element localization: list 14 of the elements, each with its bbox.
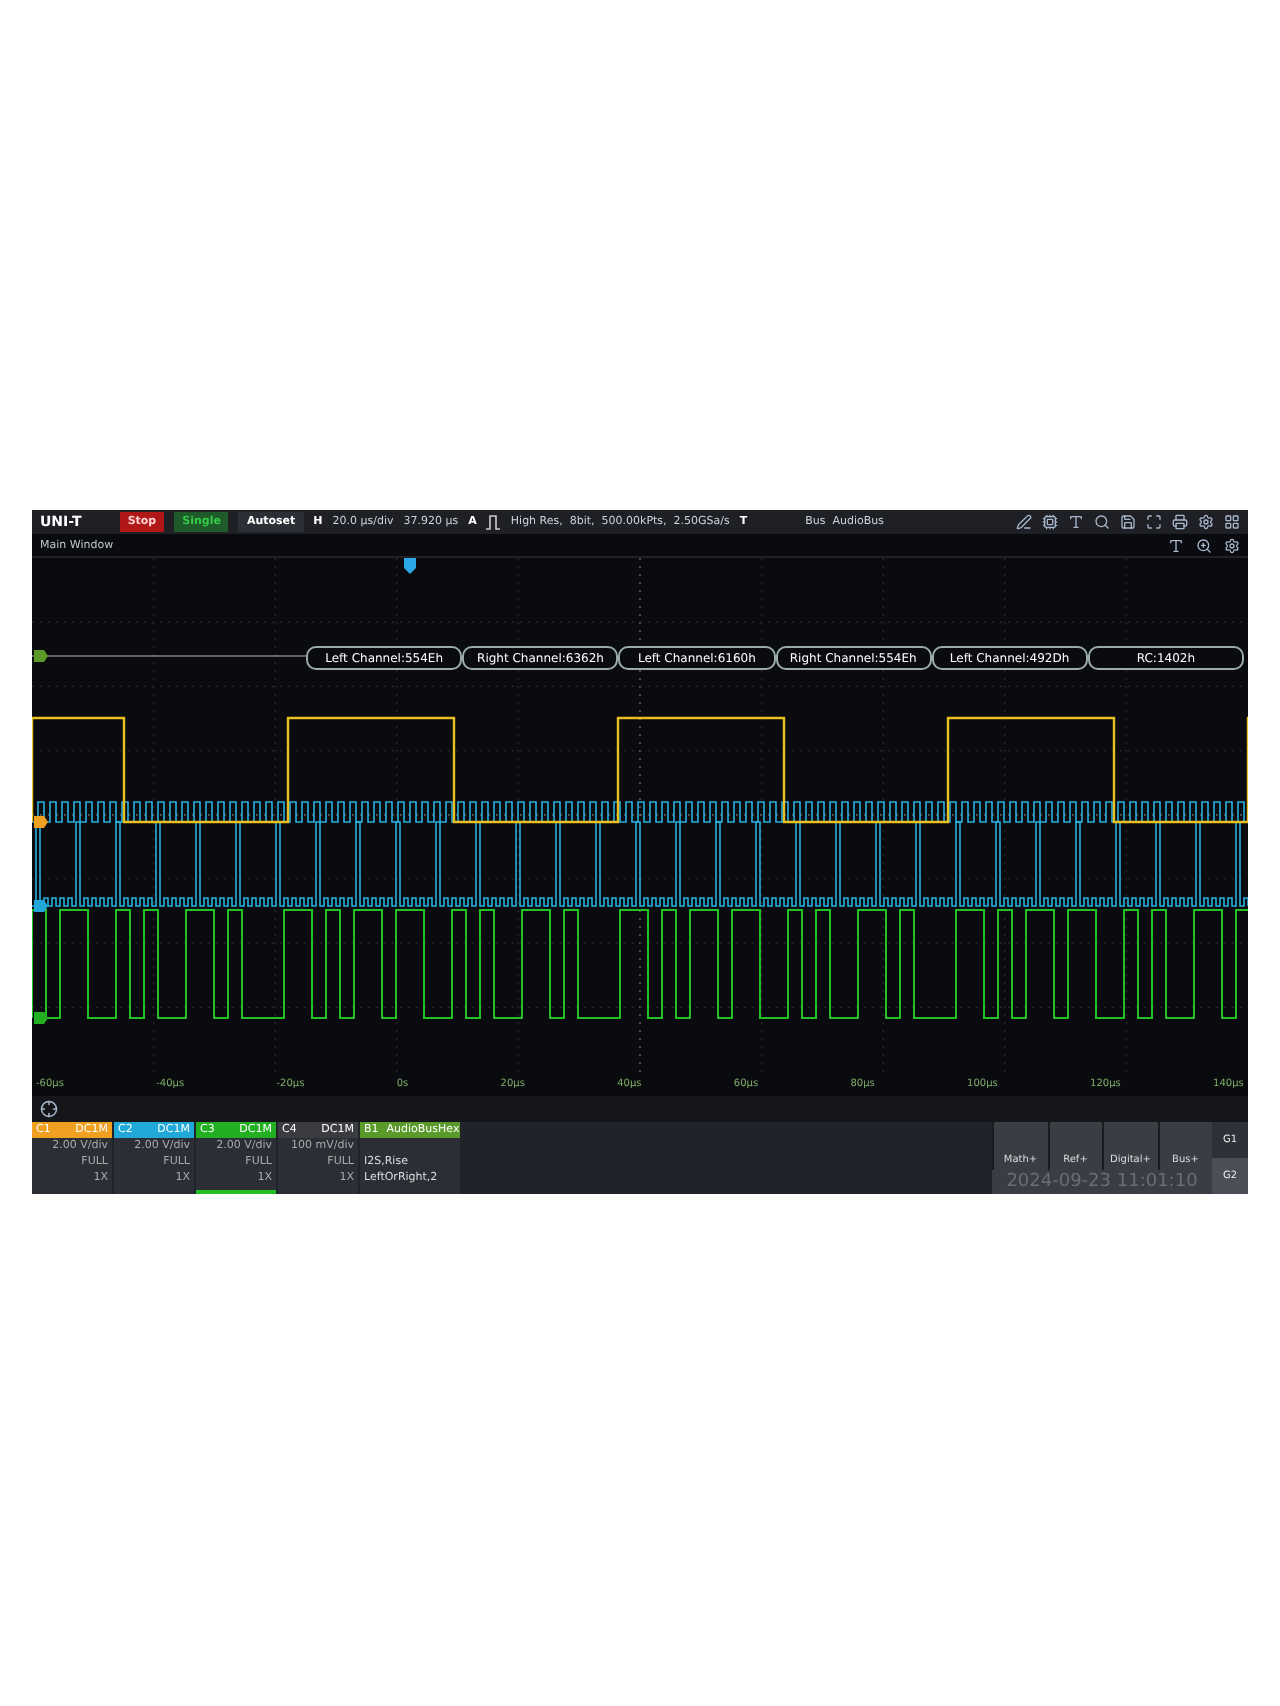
zoom-icon[interactable] bbox=[1196, 537, 1212, 553]
grid-icon[interactable] bbox=[1224, 514, 1240, 530]
search-icon[interactable] bbox=[1094, 514, 1110, 530]
printer-icon[interactable] bbox=[1172, 514, 1188, 530]
crosshair-icon[interactable] bbox=[40, 1100, 58, 1118]
settings-icon[interactable] bbox=[1198, 514, 1214, 530]
maximize-icon[interactable] bbox=[1146, 514, 1162, 530]
pulse-icon bbox=[486, 514, 501, 530]
text-icon[interactable] bbox=[1168, 537, 1184, 553]
save-icon[interactable] bbox=[1120, 514, 1136, 530]
text-icon[interactable] bbox=[1068, 514, 1084, 530]
settings-icon[interactable] bbox=[1224, 537, 1240, 553]
pen-icon[interactable] bbox=[1016, 514, 1032, 530]
chip-icon[interactable] bbox=[1042, 514, 1058, 530]
